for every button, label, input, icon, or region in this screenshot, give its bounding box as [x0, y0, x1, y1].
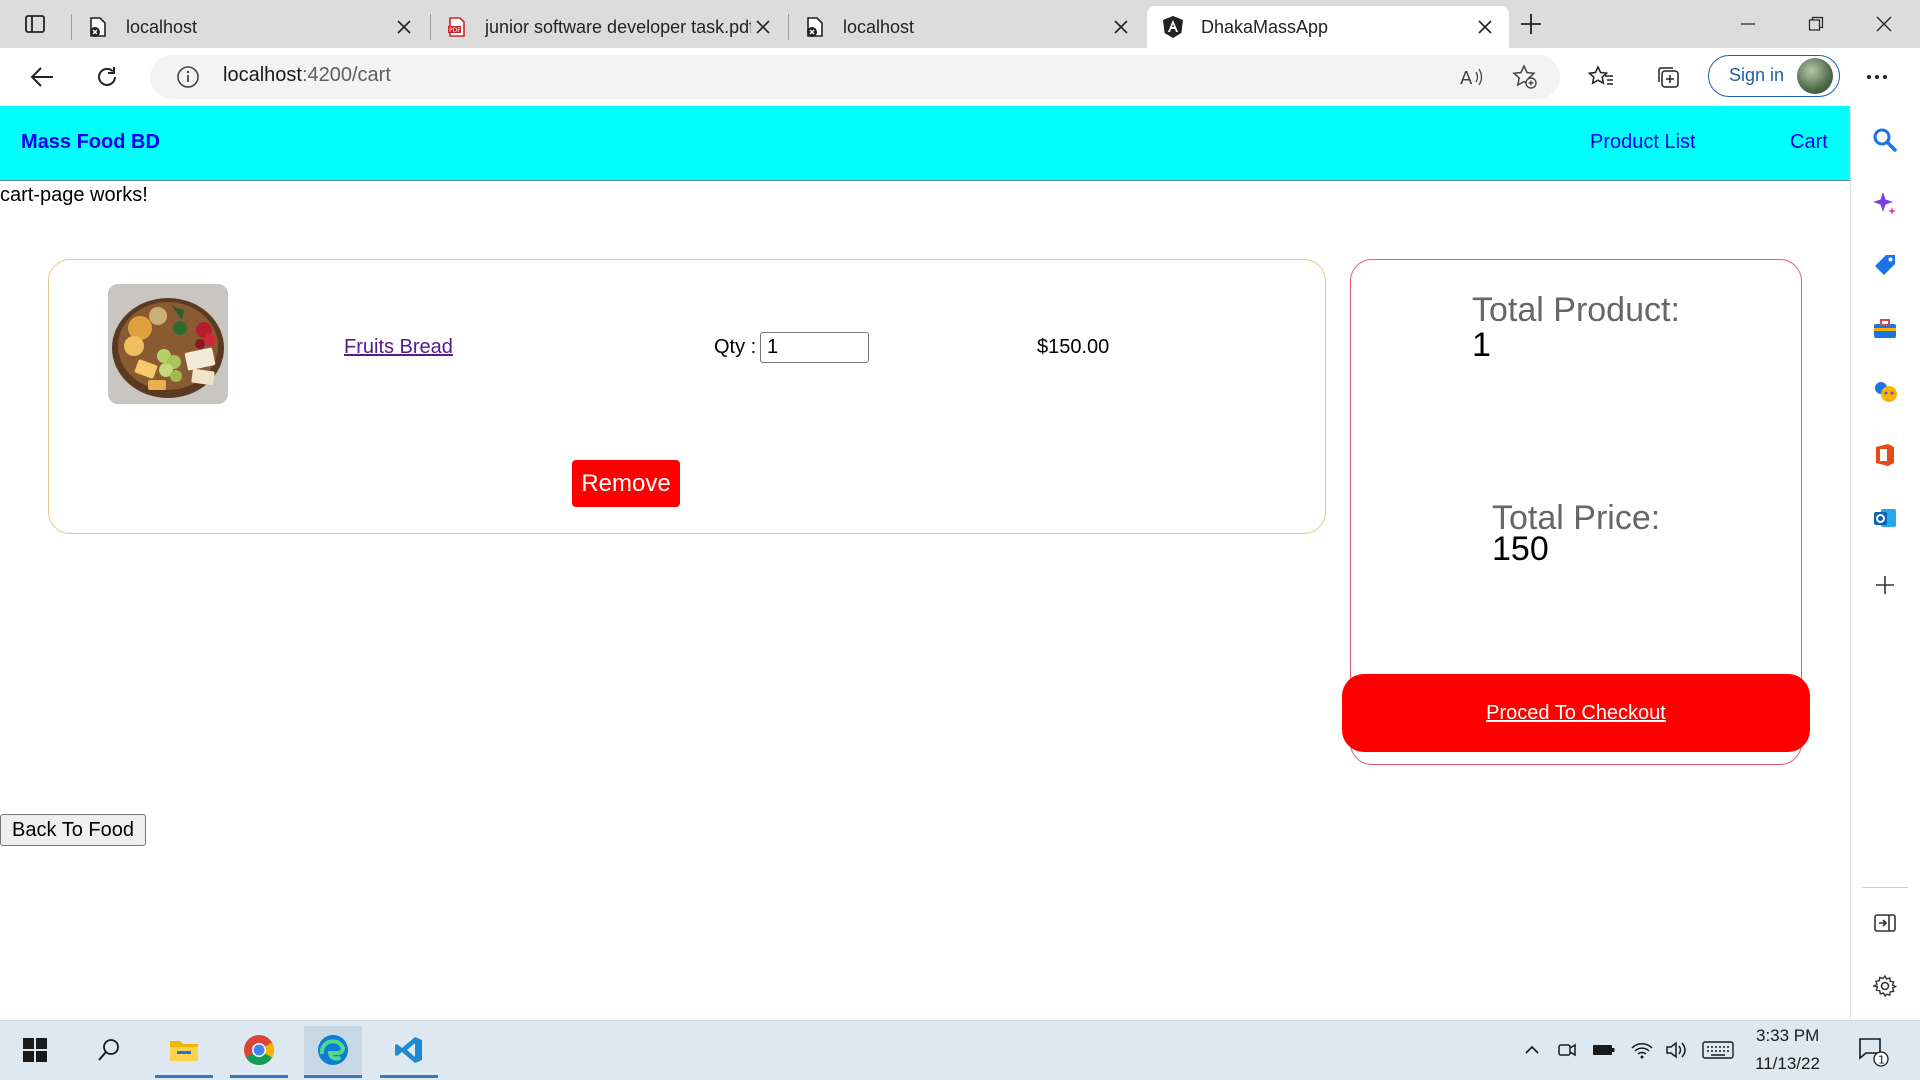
file-explorer-icon[interactable] [155, 1026, 213, 1078]
search-icon[interactable] [1867, 122, 1903, 158]
product-image [108, 284, 228, 404]
sign-in-label: Sign in [1729, 65, 1785, 85]
cart-item-card [48, 259, 1326, 534]
notification-count: 1 [1878, 1054, 1885, 1067]
svg-text:A: A [1460, 68, 1473, 89]
sidebar-divider [1862, 887, 1908, 888]
site-info-icon[interactable] [170, 59, 206, 95]
office-icon[interactable] [1867, 437, 1903, 473]
site-icon [86, 15, 110, 39]
tab-title: DhakaMassApp [1201, 16, 1329, 37]
taskbar-search-icon[interactable] [80, 1026, 138, 1074]
total-product-value: 1 [1472, 326, 1491, 364]
new-tab-icon[interactable] [1513, 6, 1549, 42]
settings-gear-icon[interactable] [1867, 968, 1903, 1004]
app-navbar [0, 106, 1850, 181]
qty-label: Qty : [714, 336, 757, 358]
total-price-value: 150 [1492, 530, 1549, 568]
notification-center-icon[interactable]: 1 [1856, 1034, 1890, 1068]
tools-briefcase-icon[interactable] [1867, 311, 1903, 347]
minimize-icon[interactable] [1730, 6, 1766, 42]
outlook-icon[interactable] [1867, 500, 1903, 536]
meet-now-icon[interactable] [1553, 1036, 1581, 1064]
close-icon[interactable] [1109, 15, 1133, 39]
collections-icon[interactable] [1650, 59, 1686, 95]
qty-input[interactable] [760, 332, 869, 363]
url-host: localhost [223, 64, 302, 86]
tab-localhost-2[interactable]: localhost [789, 6, 1145, 48]
avatar[interactable] [1797, 58, 1833, 94]
add-favorite-icon[interactable] [1507, 59, 1543, 95]
tab-localhost-1[interactable]: localhost [72, 6, 428, 48]
vscode-icon[interactable] [380, 1026, 438, 1078]
pdf-icon: PDF [445, 15, 469, 39]
keyboard-icon[interactable] [1700, 1036, 1736, 1064]
tab-actions-icon[interactable] [17, 6, 53, 42]
back-to-food-button[interactable]: Back To Food [0, 814, 146, 846]
nav-cart[interactable]: Cart [1790, 131, 1828, 154]
nav-product-list[interactable]: Product List [1590, 131, 1696, 154]
read-aloud-icon[interactable]: A [1454, 59, 1490, 95]
site-icon [803, 15, 827, 39]
window-close-icon[interactable] [1866, 6, 1902, 42]
tab-dhakamassapp[interactable]: DhakaMassApp [1147, 6, 1509, 48]
total-product-label: Total Product: [1472, 291, 1680, 329]
url-text[interactable]: localhost:4200/cart [223, 64, 391, 87]
url-path: :4200/cart [301, 64, 391, 86]
battery-icon[interactable] [1590, 1036, 1618, 1064]
start-windows-icon[interactable] [6, 1026, 64, 1074]
tab-title: junior software developer task.pdf [485, 16, 751, 37]
refresh-icon[interactable] [89, 59, 125, 95]
more-menu-icon[interactable] [1859, 59, 1895, 95]
clock-date[interactable]: 11/13/22 [1755, 1054, 1820, 1074]
remove-button[interactable]: Remove [572, 460, 680, 507]
add-sidebar-app-icon[interactable] [1867, 567, 1903, 603]
angular-icon [1161, 15, 1185, 39]
close-icon[interactable] [392, 15, 416, 39]
brand-link[interactable]: Mass Food BD [21, 131, 160, 154]
shopping-tag-icon[interactable] [1867, 248, 1903, 284]
chrome-icon[interactable] [230, 1026, 288, 1078]
checkout-button[interactable]: Proced To Checkout [1342, 674, 1810, 752]
tab-title: localhost [126, 16, 198, 37]
back-arrow-icon[interactable] [24, 59, 60, 95]
product-name-link[interactable]: Fruits Bread [344, 336, 453, 359]
wifi-icon[interactable] [1628, 1036, 1656, 1064]
tray-chevron-icon[interactable] [1518, 1036, 1546, 1064]
edge-sidebar [1850, 106, 1920, 1020]
edge-icon[interactable] [304, 1026, 362, 1078]
item-price: $150.00 [1037, 336, 1110, 358]
favorites-icon[interactable] [1583, 59, 1619, 95]
games-icon[interactable] [1867, 374, 1903, 410]
close-icon[interactable] [1473, 15, 1497, 39]
svg-text:PDF: PDF [449, 27, 461, 34]
close-icon[interactable] [751, 15, 775, 39]
clock-time[interactable]: 3:33 PM [1756, 1026, 1819, 1046]
restore-icon[interactable] [1798, 6, 1834, 42]
discover-sparkle-icon[interactable] [1867, 185, 1903, 221]
tab-pdf[interactable]: PDF junior software developer task.pdf [431, 6, 787, 48]
hide-sidebar-icon[interactable] [1867, 905, 1903, 941]
volume-icon[interactable] [1662, 1036, 1690, 1064]
tab-title: localhost [843, 16, 915, 37]
debug-text: cart-page works! [0, 184, 148, 206]
